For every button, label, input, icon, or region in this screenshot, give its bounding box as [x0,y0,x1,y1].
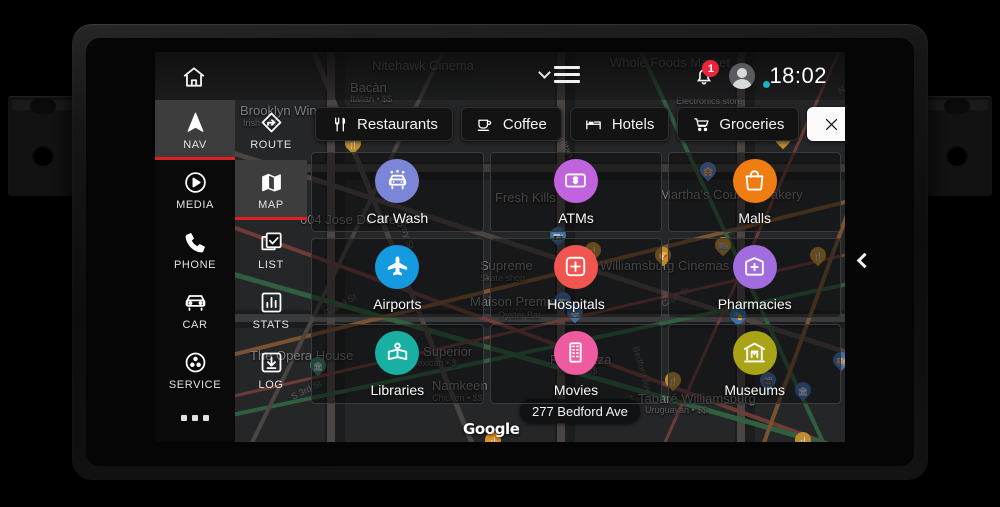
rail2-item-label: LIST [258,259,284,271]
hamburger-menu-icon[interactable] [554,66,580,83]
more-dots-icon[interactable] [155,400,235,436]
chip-coffee[interactable]: Coffee [460,107,562,141]
rail-item-nav[interactable]: NAV [155,100,235,160]
tile-label: Movies [553,381,599,398]
google-attribution: Google [463,420,520,438]
tile-pharmacies[interactable]: Pharmacies [668,238,841,318]
rail2-item-label: STATS [252,319,290,331]
status-bar-right: 1 18:02 [693,52,827,100]
tile-airports[interactable]: Airports [311,238,484,318]
panel-collapse-button[interactable] [850,248,874,272]
shopping-bag-icon [732,158,777,203]
tile-label: ATMs [558,209,594,226]
rail2-item-label: MAP [258,199,284,211]
car-wash-icon [375,158,420,203]
rail2-item-label: ROUTE [250,139,292,151]
infotainment-screen: N 3rd StBerry StBedford AveGrand StS 2nd… [155,52,845,442]
category-tile-grid: Car Wash ATMs Malls Airports Hospitals Pharma… [307,152,845,404]
mounting-bracket-left [8,96,78,196]
menu-toggle[interactable] [538,66,580,83]
play-circle-icon [182,169,208,195]
head-unit-device: N 3rd StBerry StBedford AveGrand StS 2nd… [0,0,1000,507]
fork-knife-icon [330,115,348,133]
hospital-cross-icon [553,244,598,289]
status-bar: 1 18:02 [155,52,845,100]
rail-item-label: PHONE [173,259,217,271]
tile-label: Airports [373,295,422,312]
chip-label: Groceries [719,115,785,133]
tile-museums[interactable]: Museums [668,324,841,404]
tile-label: Libraries [370,381,425,398]
bar-chart-icon [258,289,284,315]
airplane-icon [375,244,420,289]
map-poi-pin[interactable]: 🍴 [791,428,815,442]
checklist-icon [258,229,284,255]
chip-hotels[interactable]: Hotels [569,107,670,141]
avatar-status-dot [762,80,771,89]
chip-label: Coffee [502,115,547,133]
clock-display: 18:02 [769,63,827,88]
tile-libraries[interactable]: Libraries [311,324,484,404]
chevron-left-icon [856,252,872,268]
tile-movies[interactable]: Movies [489,324,663,404]
primary-nav-rail: NAV MEDIA PHONE CAR SERVICE [155,100,235,442]
rail2-item-route[interactable]: ROUTE [235,100,307,160]
tile-car-wash[interactable]: Car Wash [311,152,484,232]
mounting-bracket-right [922,96,992,196]
tile-malls[interactable]: Malls [668,152,841,232]
rail-item-label: SERVICE [168,379,222,391]
rail-item-service[interactable]: SERVICE [155,340,235,400]
tile-label: Pharmacies [717,295,792,312]
map-label: Uruguayan • $$ [645,405,708,415]
coffee-cup-icon [476,115,494,133]
rail-item-label: MEDIA [176,199,214,211]
notification-badge: 1 [702,60,720,77]
library-book-icon [375,330,420,375]
user-avatar-icon[interactable] [729,63,756,89]
navigation-arrow-icon [182,109,208,135]
download-box-icon [258,349,284,375]
phone-icon [182,229,208,255]
chip-groceries[interactable]: Groceries [677,107,800,141]
car-icon [182,289,208,315]
chip-label: Hotels [611,115,655,133]
tile-label: Museums [724,381,785,398]
rail2-item-stats[interactable]: STATS [235,280,307,340]
rail-item-car[interactable]: CAR [155,280,235,340]
shopping-cart-icon [692,115,710,133]
chip-label: Restaurants [357,115,438,133]
category-chip-row: Restaurants Coffee Hotels Groceries More [315,107,845,141]
rail2-item-log[interactable]: LOG [235,340,307,400]
notification-bell-icon[interactable]: 1 [693,60,720,87]
tile-label: Hospitals [547,295,605,312]
rail2-item-label: LOG [258,379,284,391]
tile-hospitals[interactable]: Hospitals [489,238,663,318]
close-x-icon [822,115,840,133]
map-folded-icon [258,169,284,195]
tile-label: Malls [738,209,771,226]
rail2-item-map[interactable]: MAP [235,160,307,220]
route-sign-icon [258,109,284,135]
atm-cash-icon [553,158,598,203]
rail-item-label: CAR [182,319,208,331]
rail2-item-list[interactable]: LIST [235,220,307,280]
home-icon[interactable] [180,63,208,91]
rail-item-media[interactable]: MEDIA [155,160,235,220]
chevron-down-icon [538,66,551,79]
service-wrench-icon [182,349,208,375]
museum-icon [732,330,777,375]
secondary-nav-rail: ROUTE MAP LIST STATS LOG [235,100,307,442]
tile-atms[interactable]: ATMs [489,152,663,232]
chip-restaurants[interactable]: Restaurants [315,107,453,141]
pharmacy-icon [732,244,777,289]
rail-item-phone[interactable]: PHONE [155,220,235,280]
film-strip-icon [553,330,598,375]
chip-more[interactable]: More [807,107,845,141]
tile-label: Car Wash [366,209,429,226]
rail-item-label: NAV [183,139,207,151]
bed-icon [585,115,603,133]
